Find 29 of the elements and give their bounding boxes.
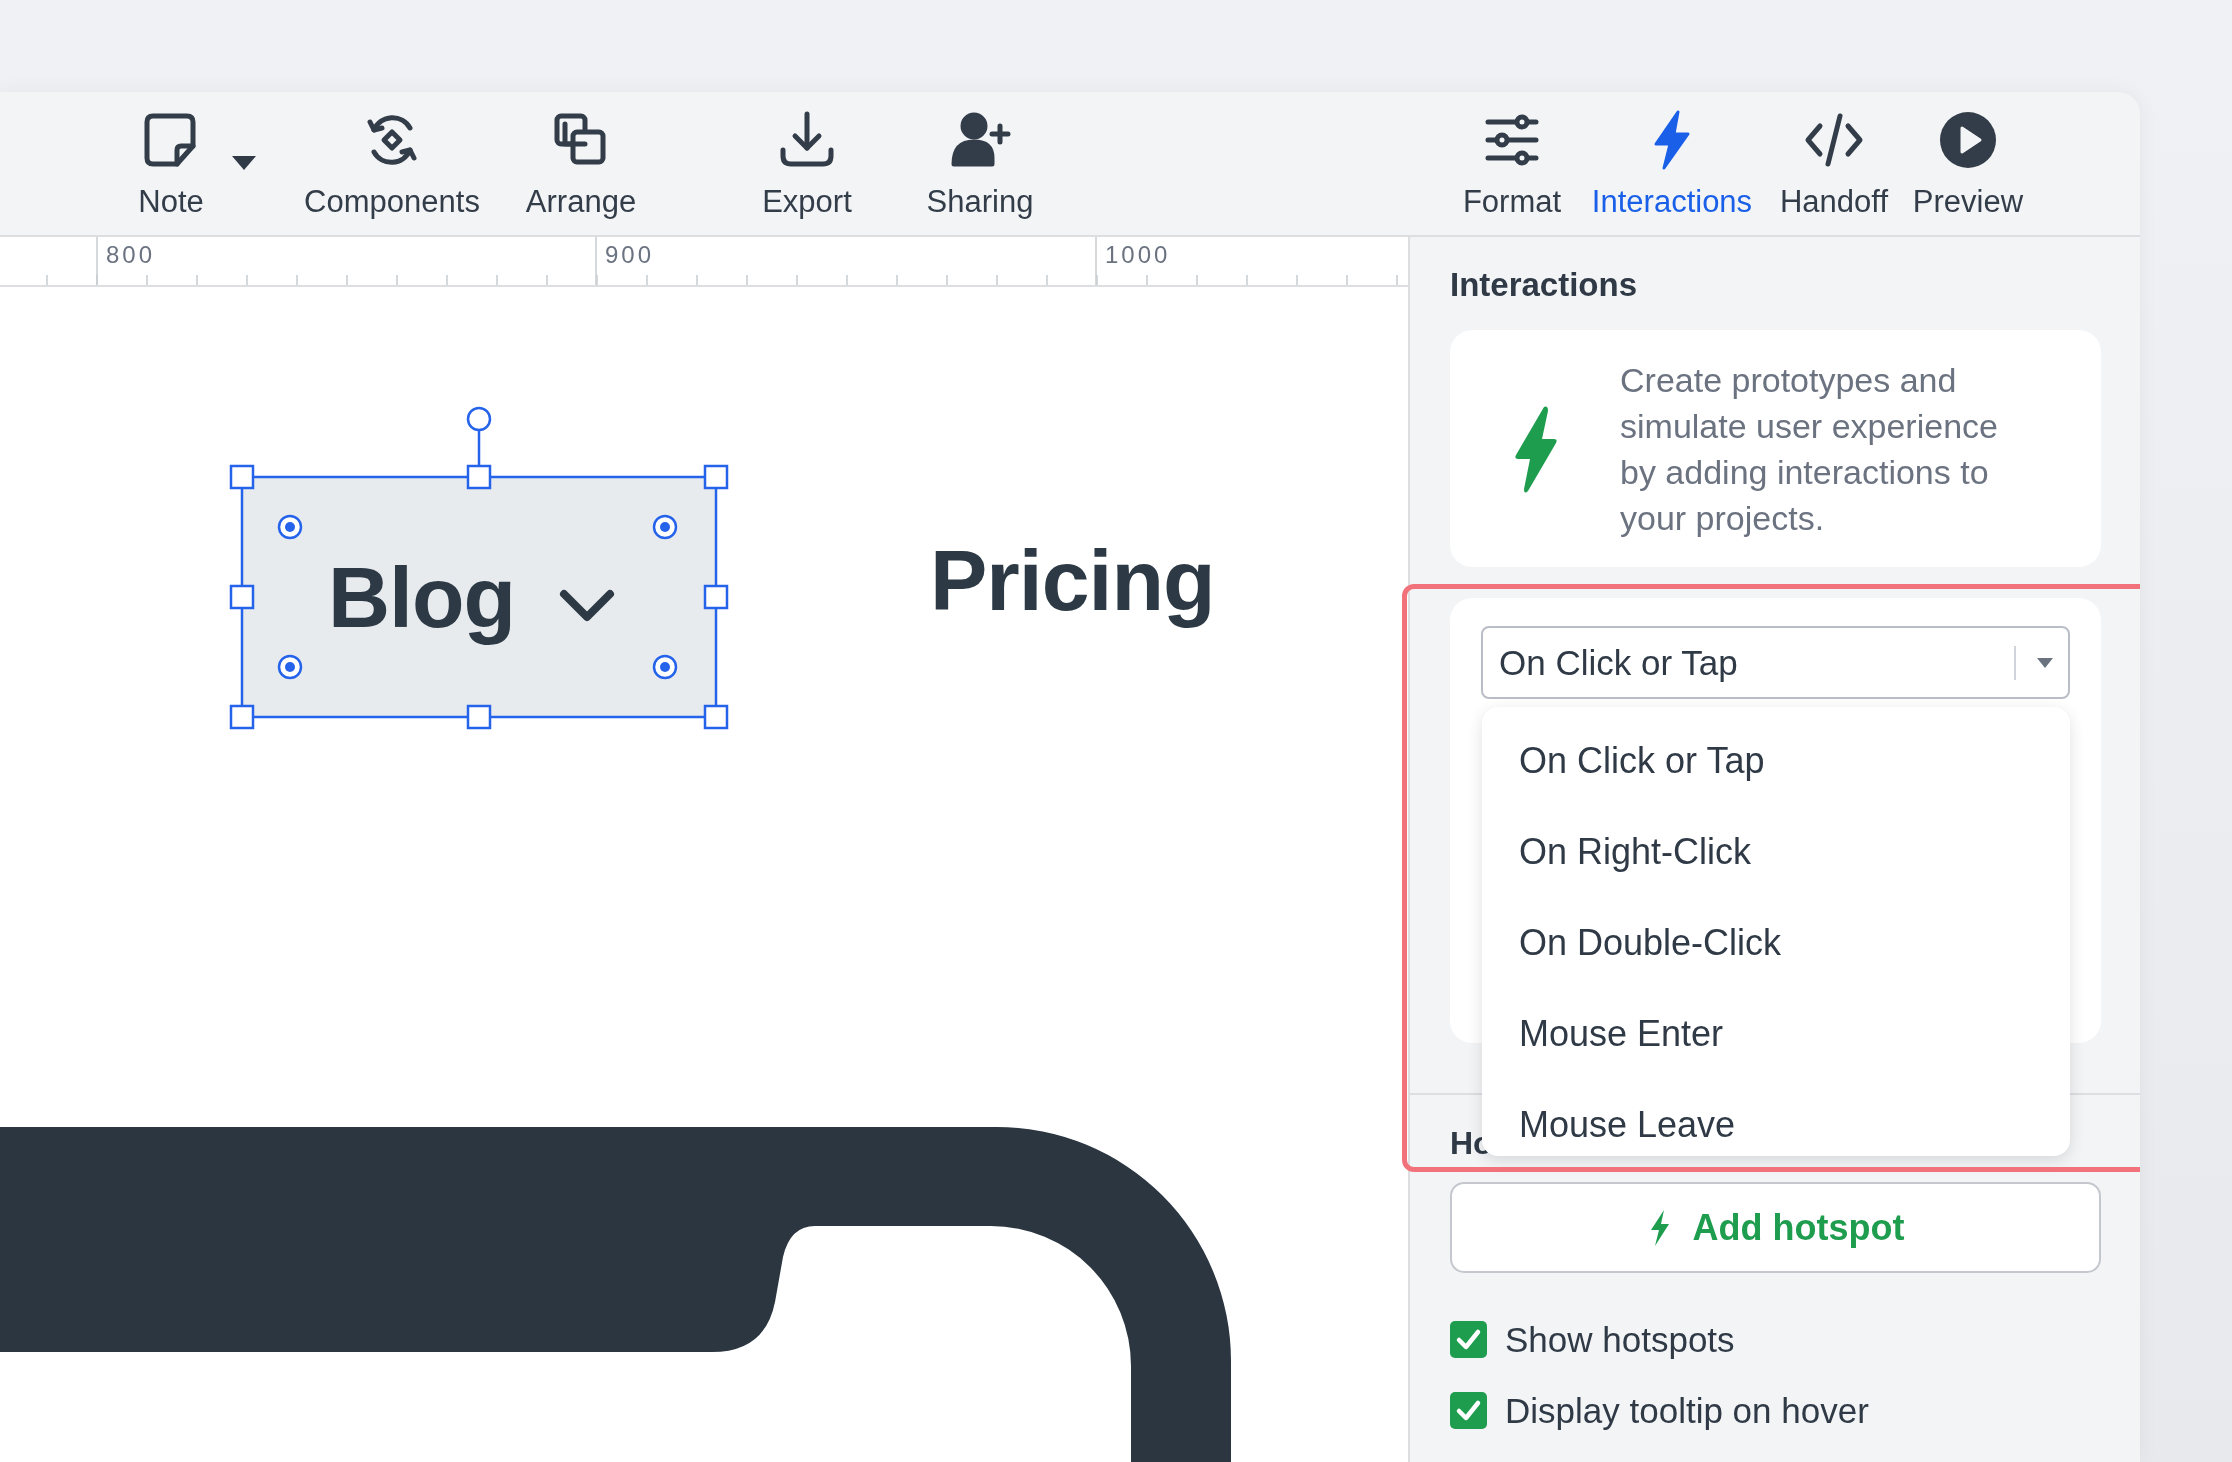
checkbox-option[interactable]: Show hotspots [1450,1319,2101,1360]
menu-item[interactable]: On Click or Tap [1482,715,2070,806]
checkbox[interactable] [1450,1321,1487,1358]
checkbox-option[interactable]: Display tooltip on hover [1450,1390,2101,1431]
menu-link-text: Pricing [930,531,1215,630]
toolbar-button[interactable]: Export [747,92,867,220]
toolbar-button[interactable]: Interactions [1582,92,1762,220]
toolbar-button[interactable]: Handoff [1766,92,1902,220]
ruler-label: 800 [106,241,156,269]
menu-link-text: Blog [328,547,516,647]
checkbox[interactable] [1450,1392,1487,1429]
menu-item[interactable]: On Double-Click [1482,897,2070,988]
toolbar-button[interactable]: Format [1452,92,1572,220]
ruler-label: 900 [605,241,655,269]
menu-item[interactable]: Mouse Enter [1482,988,2070,1079]
ruler-label: 1000 [1105,241,1171,269]
info-text: Create prototypes and simulate user experience by adding interactions to your projects. [1620,359,1999,539]
toolbar-button[interactable]: Arrange [511,92,651,220]
chevron-down-icon [559,589,616,623]
toolbar-button[interactable]: Sharing [910,92,1050,220]
panel-title: Interactions [1450,265,1639,305]
caret-icon[interactable] [231,155,257,171]
caret-icon [2036,656,2054,669]
toolbar-button[interactable]: Note [111,92,231,220]
trigger-select[interactable]: On Click or Tap [1481,626,2070,699]
add-hotspot-button[interactable]: Add hotspot [1450,1182,2101,1273]
toolbar-button[interactable]: Components [297,92,487,220]
toolbar-button[interactable]: Preview [1903,92,2033,220]
menu-item[interactable]: On Right-Click [1482,806,2070,897]
